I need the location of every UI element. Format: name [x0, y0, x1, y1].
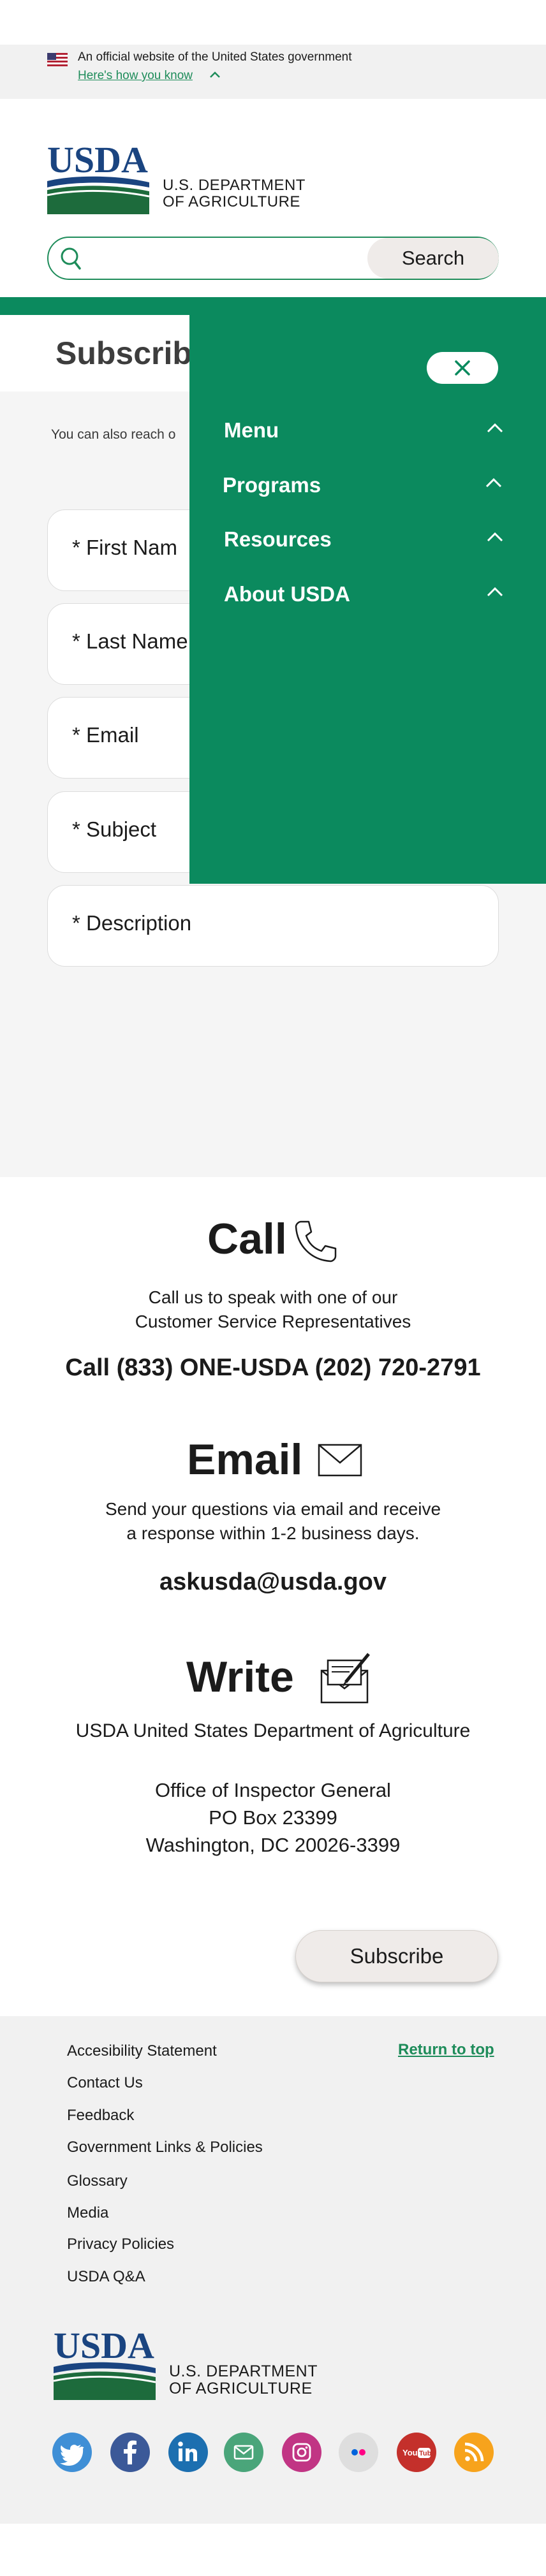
nav-item-label: Programs: [223, 473, 321, 497]
call-text-line-1: Call us to speak with one of our: [148, 1287, 398, 1307]
gov-banner-text: An official website of the United States…: [78, 50, 352, 64]
address-line-2: PO Box 23399: [209, 1806, 337, 1829]
footer-link-government-links[interactable]: Government Links & Policies: [67, 2139, 263, 2156]
description-field[interactable]: * Description: [47, 885, 499, 967]
last-name-label: * Last Name: [72, 629, 188, 653]
twitter-icon[interactable]: [52, 2433, 92, 2472]
nav-item-label: Resources: [224, 527, 332, 551]
footer-dept-line-2: OF AGRICULTURE: [169, 2380, 313, 2397]
linkedin-icon[interactable]: [168, 2433, 208, 2472]
call-text-line-2: Customer Service Representatives: [135, 1312, 411, 1331]
footer-link-accessibility[interactable]: Accesibility Statement: [67, 2042, 217, 2060]
search-icon: [61, 247, 81, 270]
letter-write-icon: [320, 1653, 370, 1704]
write-title: Write: [186, 1653, 294, 1701]
footer-link-qa[interactable]: USDA Q&A: [67, 2268, 145, 2286]
chevron-up-icon: [487, 587, 503, 597]
footer-link-media[interactable]: Media: [67, 2204, 108, 2222]
write-address: Office of Inspector General PO Box 23399…: [0, 1776, 546, 1859]
close-icon: [455, 360, 470, 376]
email-address-link[interactable]: askusda@usda.gov: [0, 1569, 546, 1596]
nav-item-label: Menu: [224, 418, 279, 442]
subject-label: * Subject: [72, 817, 157, 841]
call-phone-number[interactable]: Call (833) ONE-USDA (202) 720-2791: [0, 1354, 546, 1382]
usda-logo[interactable]: USDA: [47, 142, 149, 214]
reach-text: You can also reach o: [51, 427, 176, 442]
subscribe-button[interactable]: Subscribe: [295, 1930, 498, 1982]
envelope-icon: [318, 1444, 362, 1477]
footer-logo-text: USDA: [54, 2327, 154, 2366]
dept-line-2: OF AGRICULTURE: [163, 193, 300, 210]
nav-item-resources[interactable]: Resources: [224, 521, 505, 557]
email-icon[interactable]: [224, 2433, 263, 2472]
footer-link-privacy-policies[interactable]: Privacy Policies: [67, 2236, 174, 2253]
flickr-icon[interactable]: [339, 2433, 378, 2472]
call-description: Call us to speak with one of our Custome…: [0, 1285, 546, 1334]
svg-text:Tube: Tube: [419, 2450, 435, 2457]
close-menu-button[interactable]: [427, 352, 498, 384]
nav-bar: [0, 297, 546, 315]
nav-item-menu[interactable]: Menu: [224, 412, 505, 448]
department-name: U.S. DEPARTMENT OF AGRICULTURE: [163, 177, 306, 210]
usda-logo-text: USDA: [47, 142, 148, 180]
youtube-icon[interactable]: You Tube: [397, 2433, 436, 2472]
facebook-icon[interactable]: [110, 2433, 150, 2472]
chevron-up-icon: [487, 423, 503, 433]
call-title: Call: [207, 1215, 287, 1263]
footer-department-name: U.S. DEPARTMENT OF AGRICULTURE: [169, 2363, 318, 2397]
rss-icon[interactable]: [454, 2433, 494, 2472]
footer-link-feedback[interactable]: Feedback: [67, 2107, 134, 2125]
footer-link-glossary[interactable]: Glossary: [67, 2172, 128, 2190]
address-line-3: Washington, DC 20026-3399: [145, 1834, 401, 1856]
chevron-up-icon: [485, 478, 502, 488]
chevron-up-icon: [487, 532, 503, 542]
footer-dept-line-1: U.S. DEPARTMENT: [169, 2362, 318, 2380]
chevron-up-icon[interactable]: [208, 69, 222, 80]
footer-usda-logo[interactable]: USDA: [54, 2327, 156, 2400]
email-label: * Email: [72, 723, 139, 747]
return-to-top-link[interactable]: Return to top: [398, 2041, 494, 2059]
email-text-line-2: a response within 1-2 business days.: [126, 1523, 420, 1543]
description-label: * Description: [72, 911, 192, 935]
us-flag-icon: [47, 53, 68, 66]
nav-item-programs[interactable]: Programs: [223, 467, 503, 502]
nav-item-about-usda[interactable]: About USDA: [224, 576, 505, 611]
instagram-icon[interactable]: [282, 2433, 321, 2472]
write-organization: USDA United States Department of Agricul…: [75, 1720, 471, 1741]
first-name-label: * First Nam: [72, 536, 177, 559]
search-input[interactable]: [88, 242, 362, 274]
email-description: Send your questions via email and receiv…: [0, 1497, 546, 1546]
phone-icon: [295, 1220, 337, 1262]
footer-link-contact-us[interactable]: Contact Us: [67, 2074, 143, 2092]
heres-how-you-know-link[interactable]: Here's how you know: [78, 69, 193, 83]
email-title: Email: [187, 1435, 303, 1484]
page-title: Subscribe: [55, 335, 210, 371]
nav-item-label: About USDA: [224, 582, 350, 606]
search-button[interactable]: Search: [367, 238, 499, 279]
address-line-1: Office of Inspector General: [155, 1779, 391, 1801]
dept-line-1: U.S. DEPARTMENT: [163, 177, 306, 194]
email-text-line-1: Send your questions via email and receiv…: [105, 1499, 441, 1519]
svg-text:You: You: [402, 2448, 418, 2457]
